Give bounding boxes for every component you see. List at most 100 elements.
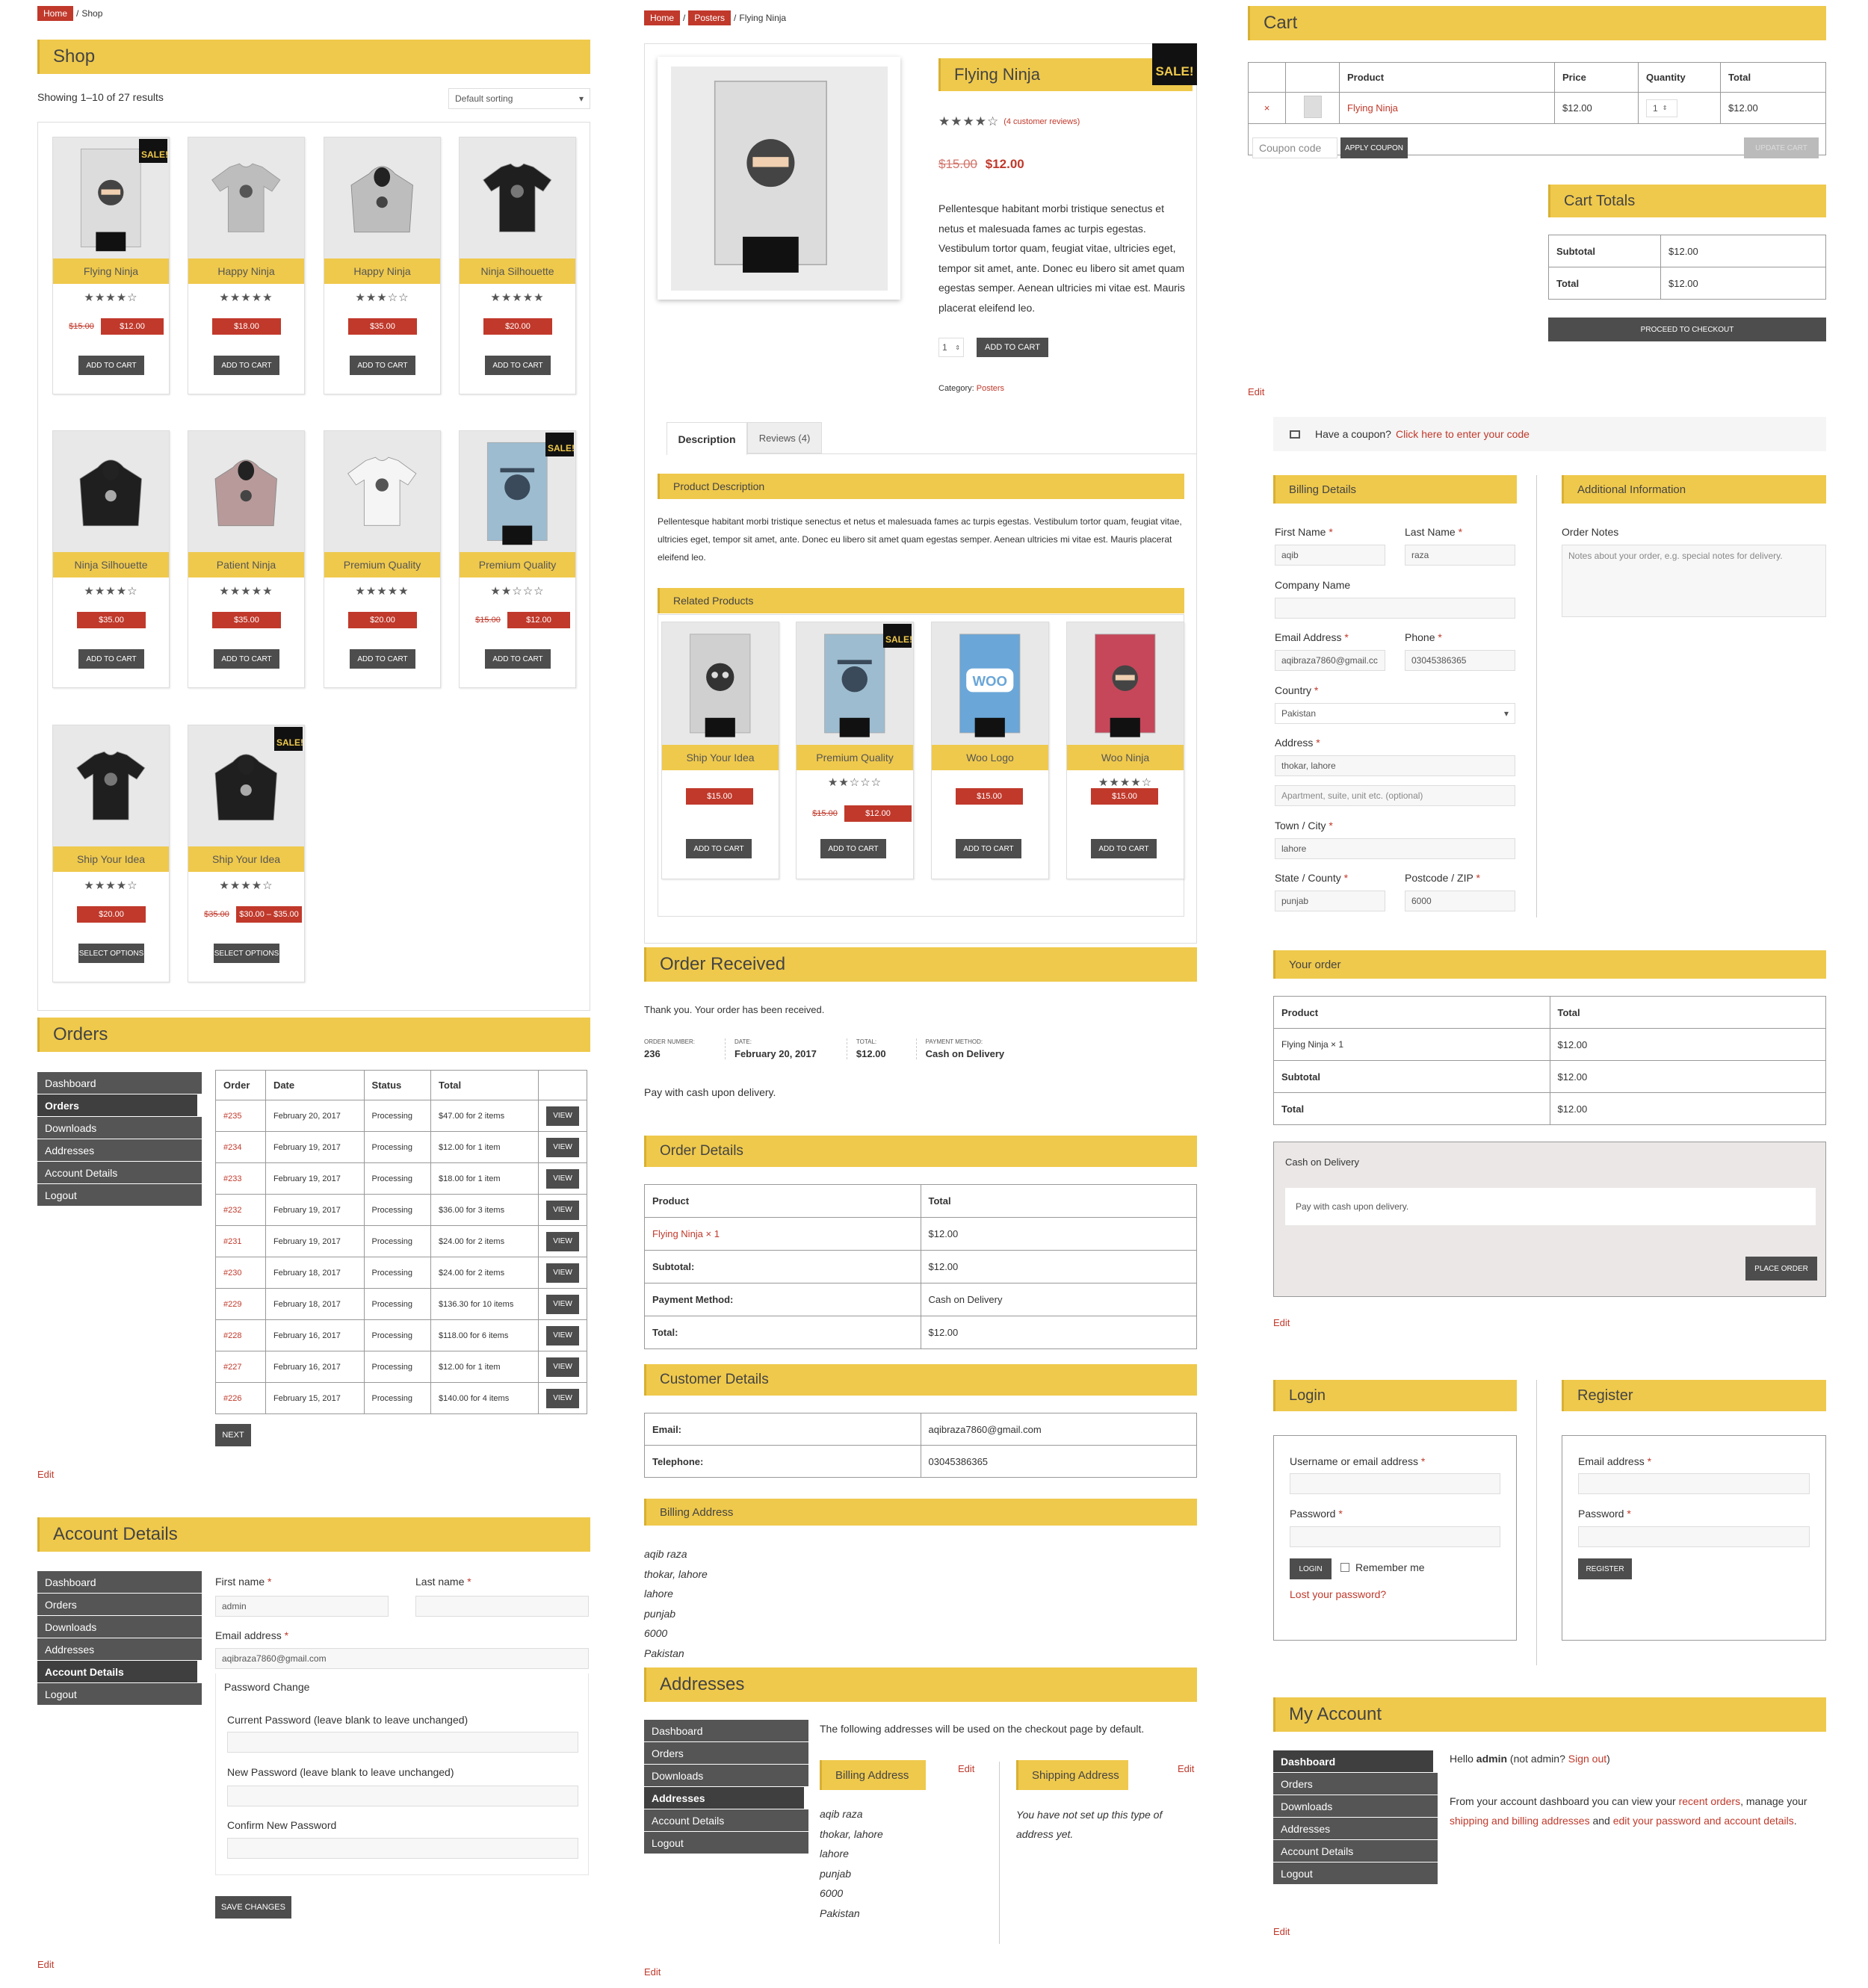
product-name[interactable]: Happy Ninja [324, 258, 440, 284]
email-input[interactable]: aqibraza7860@gmail.com [215, 1648, 589, 1669]
nav-dashboard[interactable]: Dashboard [644, 1720, 808, 1741]
product-name[interactable]: Premium Quality [797, 745, 913, 770]
nav-dashboard[interactable]: Dashboard [37, 1571, 202, 1593]
nav-dashboard[interactable]: Dashboard [1273, 1750, 1438, 1772]
add-to-cart-button[interactable]: ADD TO CART [350, 649, 415, 669]
sorting-select[interactable]: Default sorting ▾ [448, 88, 590, 109]
confirm-password-input[interactable] [227, 1838, 578, 1859]
new-password-input[interactable] [227, 1786, 578, 1806]
related-product-card[interactable]: Ship Your Idea $15.00 ADD TO CART [661, 622, 779, 879]
register-email-input[interactable] [1578, 1473, 1810, 1494]
remove-item-icon[interactable]: × [1248, 92, 1286, 124]
product-card[interactable]: Ninja Silhouette ★★★★☆ $35.00 ADD TO CART [52, 430, 170, 688]
view-order-button[interactable]: VIEW [546, 1325, 579, 1346]
product-card[interactable]: SALE! Ship Your Idea ★★★★☆ $35.00 $30.00 – $… [188, 725, 305, 982]
nav-dashboard[interactable]: Dashboard [37, 1072, 202, 1094]
proceed-to-checkout-button[interactable]: PROCEED TO CHECKOUT [1548, 318, 1826, 341]
nav-downloads[interactable]: Downloads [37, 1117, 202, 1139]
product-image[interactable] [324, 431, 440, 552]
order-number-link[interactable]: #232 [215, 1194, 266, 1226]
nav-downloads[interactable]: Downloads [644, 1765, 808, 1786]
nav-account-details[interactable]: Account Details [644, 1809, 808, 1831]
billing-edit-link[interactable]: Edit [958, 1763, 974, 1774]
add-to-cart-button[interactable]: ADD TO CART [78, 649, 144, 669]
product-name[interactable]: Ninja Silhouette [53, 552, 169, 577]
lost-password-link[interactable]: Lost your password? [1290, 1588, 1386, 1600]
breadcrumb-home[interactable]: Home [37, 6, 74, 21]
view-order-button[interactable]: VIEW [546, 1231, 579, 1251]
add-to-cart-button[interactable]: ADD TO CART [78, 356, 144, 375]
add-to-cart-button[interactable]: ADD TO CART [820, 839, 886, 858]
nav-orders[interactable]: Orders [37, 1594, 202, 1615]
add-to-cart-button[interactable]: ADD TO CART [214, 649, 279, 669]
add-to-cart-button[interactable]: ADD TO CART [485, 356, 551, 375]
cart-quantity-stepper[interactable]: 1 ⇕ [1646, 99, 1677, 117]
view-order-button[interactable]: VIEW [546, 1168, 579, 1189]
recent-orders-link[interactable]: recent orders [1679, 1795, 1740, 1807]
related-product-card[interactable]: SALE! Premium Quality ★★☆☆☆ $15.00 $12.00 ADD… [796, 622, 914, 879]
product-image[interactable]: WOO [932, 622, 1048, 745]
product-name[interactable]: Woo Ninja [1067, 745, 1184, 770]
cash-on-delivery-label[interactable]: Cash on Delivery [1285, 1156, 1359, 1168]
update-cart-button[interactable]: UPDATE CART [1744, 137, 1819, 158]
view-order-button[interactable]: VIEW [546, 1137, 579, 1157]
address-input[interactable]: thokar, lahore [1275, 755, 1515, 776]
product-name[interactable]: Patient Ninja [188, 552, 304, 577]
order-number-link[interactable]: #233 [215, 1162, 266, 1195]
add-to-cart-button[interactable]: SELECT OPTIONS [78, 944, 144, 963]
state-input[interactable]: punjab [1275, 891, 1385, 911]
product-card[interactable]: Happy Ninja ★★★☆☆ $35.00 ADD TO CART [324, 137, 441, 394]
order-number-link[interactable]: #229 [215, 1288, 266, 1320]
nav-orders[interactable]: Orders [644, 1742, 808, 1764]
product-name[interactable]: Ship Your Idea [662, 745, 779, 770]
product-card[interactable]: Ninja Silhouette ★★★★★ $20.00 ADD TO CART [459, 137, 576, 394]
order-number-link[interactable]: #228 [215, 1319, 266, 1351]
product-image[interactable] [53, 431, 169, 552]
view-order-button[interactable]: VIEW [546, 1294, 579, 1314]
company-input[interactable] [1275, 598, 1515, 619]
cart-item-thumbnail[interactable] [1285, 92, 1340, 124]
phone-input[interactable]: 03045386365 [1405, 650, 1515, 671]
edit-link[interactable]: Edit [1248, 386, 1264, 397]
product-name[interactable]: Woo Logo [932, 745, 1048, 770]
cart-item-name[interactable]: Flying Ninja [1339, 92, 1555, 124]
register-password-input[interactable] [1578, 1526, 1810, 1547]
view-order-button[interactable]: VIEW [546, 1106, 579, 1126]
place-order-button[interactable]: PLACE ORDER [1745, 1257, 1817, 1281]
edit-link[interactable]: Edit [1273, 1317, 1290, 1328]
reviews-link[interactable]: (4 customer reviews) [1003, 117, 1080, 126]
tab-reviews[interactable]: Reviews (4) [747, 422, 822, 453]
row-label[interactable]: Flying Ninja × 1 [644, 1217, 921, 1251]
product-card[interactable]: Patient Ninja ★★★★★ $35.00 ADD TO CART [188, 430, 305, 688]
coupon-toggle-link[interactable]: Click here to enter your code [1396, 428, 1530, 440]
add-to-cart-button[interactable]: ADD TO CART [485, 649, 551, 669]
order-number-link[interactable]: #235 [215, 1100, 266, 1132]
quantity-stepper[interactable]: 1 ⇕ [938, 338, 964, 357]
nav-account-details[interactable]: Account Details [1273, 1840, 1438, 1862]
add-to-cart-button[interactable]: ADD TO CART [350, 356, 415, 375]
address2-input[interactable]: Apartment, suite, unit etc. (optional) [1275, 785, 1515, 806]
order-number-link[interactable]: #226 [215, 1382, 266, 1414]
product-card[interactable]: SALE! Premium Quality ★★☆☆☆ $15.00 $12.00 ADD… [459, 430, 576, 688]
product-name[interactable]: Premium Quality [324, 552, 440, 577]
town-input[interactable]: lahore [1275, 838, 1515, 859]
login-password-input[interactable] [1290, 1526, 1500, 1547]
product-image[interactable] [662, 622, 779, 745]
product-name[interactable]: Premium Quality [460, 552, 575, 577]
breadcrumb-home[interactable]: Home [644, 10, 681, 25]
product-image[interactable] [188, 431, 304, 552]
product-main-image[interactable] [658, 57, 900, 300]
nav-orders[interactable]: Orders [1273, 1773, 1438, 1795]
product-image[interactable] [460, 137, 575, 258]
apply-coupon-button[interactable]: APPLY COUPON [1340, 137, 1408, 158]
next-button[interactable]: NEXT [215, 1424, 251, 1446]
sign-out-link[interactable]: Sign out [1568, 1753, 1606, 1765]
remember-me-checkbox[interactable] [1340, 1563, 1349, 1572]
addresses-link[interactable]: shipping and billing addresses [1450, 1815, 1590, 1827]
related-product-card[interactable]: WOO Woo Logo $15.00 ADD TO CART [931, 622, 1049, 879]
nav-addresses[interactable]: Addresses [644, 1787, 808, 1809]
billing-email-input[interactable]: aqibraza7860@gmail.cc [1275, 650, 1385, 671]
add-to-cart-button[interactable]: ADD TO CART [686, 839, 752, 858]
current-password-input[interactable] [227, 1732, 578, 1753]
nav-addresses[interactable]: Addresses [37, 1139, 202, 1161]
